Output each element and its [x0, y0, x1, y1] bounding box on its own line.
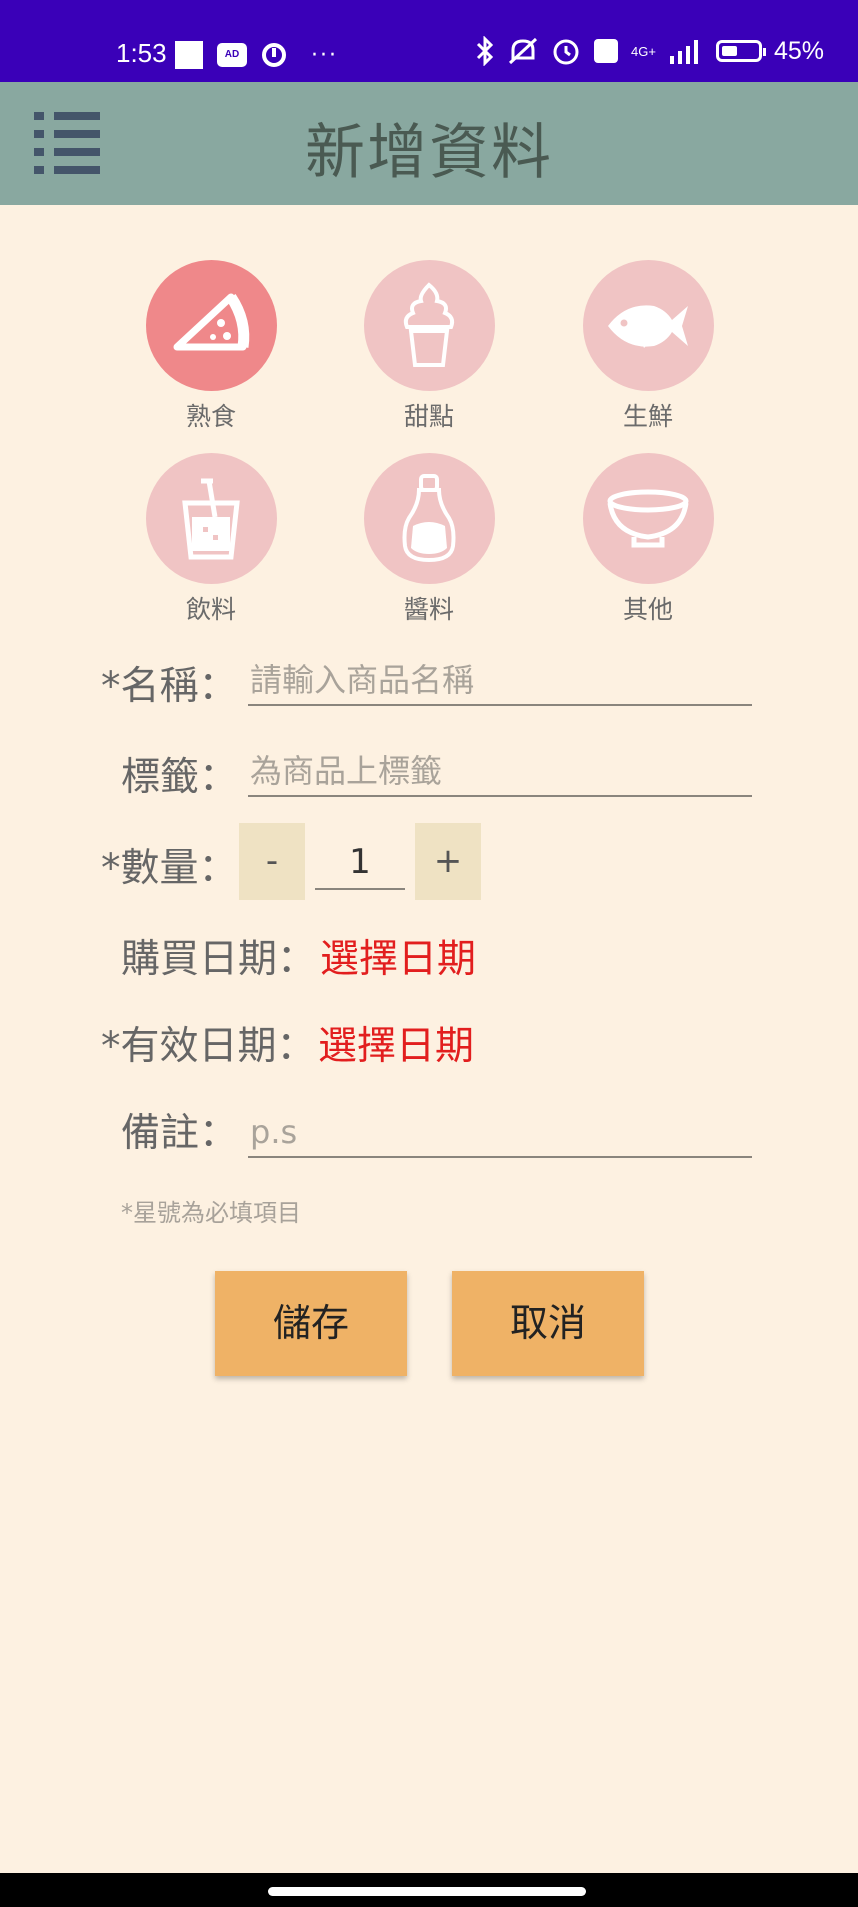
quantity-increase-button[interactable]: +: [415, 823, 481, 900]
required-hint: *星號為必填項目: [121, 1199, 301, 1227]
category-label: 甜點: [403, 402, 454, 431]
more-notifications-icon: ···: [311, 42, 338, 68]
category-circle: [582, 453, 714, 584]
category-circle: [145, 453, 277, 584]
note-label: 備註：: [121, 1111, 239, 1156]
ice-cream-icon: [403, 281, 455, 367]
battery-icon: [715, 40, 766, 62]
quantity-value[interactable]: 1: [315, 836, 405, 890]
home-gesture-handle[interactable]: [268, 1887, 586, 1896]
category-circle: [363, 453, 495, 584]
tag-label: 標籤：: [121, 755, 239, 800]
signal-icon: [669, 40, 698, 64]
quantity-label: *數量：: [101, 846, 238, 891]
expiry-date-label: *有效日期：: [101, 1024, 316, 1069]
status-bar: 1:53 AD ··· 4G+ 45%: [0, 0, 858, 82]
category-circle: [363, 260, 495, 391]
expiry-date-picker[interactable]: 選擇日期: [318, 1015, 474, 1071]
category-dessert[interactable]: 甜點: [329, 260, 529, 433]
category-label: 生鮮: [622, 402, 673, 431]
drink-cup-icon: [182, 478, 240, 559]
page-title: 新增資料: [305, 118, 553, 188]
status-notification-icons: AD ···: [175, 41, 338, 69]
notification-square-icon: [175, 41, 203, 69]
status-system-icons: 4G+ 45%: [475, 36, 824, 66]
category-circle: [145, 260, 277, 391]
category-drinks[interactable]: 飲料: [111, 453, 311, 626]
tag-input[interactable]: [248, 747, 752, 797]
category-cooked-food[interactable]: 熟食: [111, 260, 311, 433]
name-input[interactable]: [248, 656, 752, 706]
name-label: *名稱：: [101, 664, 238, 709]
battery-level: [721, 46, 737, 56]
volte-icon: [594, 39, 619, 63]
status-time: 1:53: [116, 38, 167, 68]
battery-percent: 45%: [773, 36, 824, 65]
alarm-icon: [553, 39, 579, 65]
network-type: 4G+: [631, 43, 656, 59]
category-other[interactable]: 其他: [548, 453, 748, 626]
cancel-button[interactable]: 取消: [452, 1271, 644, 1376]
purchase-date-label: 購買日期：: [121, 937, 317, 982]
category-label: 其他: [622, 595, 673, 624]
pizza-icon: [173, 293, 250, 350]
category-label: 熟食: [185, 402, 236, 431]
save-button[interactable]: 儲存: [215, 1271, 407, 1376]
quantity-decrease-button[interactable]: -: [239, 823, 305, 900]
bluetooth-icon: [476, 36, 494, 66]
ad-block-icon: AD: [217, 43, 247, 67]
category-label: 醬料: [403, 595, 454, 624]
fish-icon: [608, 304, 688, 348]
purchase-date-picker[interactable]: 選擇日期: [320, 928, 476, 984]
note-input[interactable]: [248, 1108, 752, 1158]
sauce-bottle-icon: [402, 473, 456, 562]
category-label: 飲料: [185, 595, 236, 624]
category-circle: [582, 260, 714, 391]
category-sauce[interactable]: 醬料: [329, 453, 529, 626]
mute-icon: [508, 37, 538, 65]
location-icon: [262, 43, 286, 67]
category-fresh[interactable]: 生鮮: [548, 260, 748, 433]
bowl-icon: [607, 489, 689, 547]
